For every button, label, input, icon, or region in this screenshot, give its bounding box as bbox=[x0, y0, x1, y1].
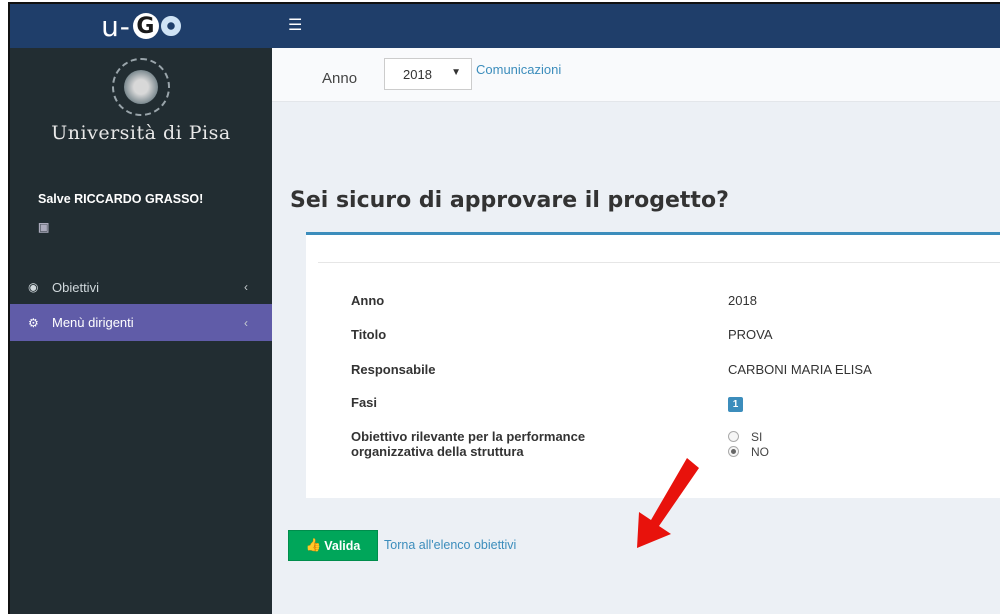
detail-value: PROVA bbox=[728, 327, 773, 342]
sidebar-item-menu-dirigenti[interactable]: ⚙ Menù dirigenti ‹ bbox=[10, 304, 272, 341]
logo-eye-icon bbox=[160, 16, 181, 36]
target-icon: ◉ bbox=[28, 280, 39, 294]
obiettivo-radio-group: SI NO bbox=[728, 429, 769, 459]
radio-option-no[interactable]: NO bbox=[728, 444, 769, 459]
user-status-icon: ▣ bbox=[38, 220, 50, 234]
fasi-count-badge[interactable]: 1 bbox=[728, 395, 743, 412]
annotation-arrow-red bbox=[637, 458, 699, 548]
app-logo[interactable]: u- G bbox=[10, 4, 272, 48]
radio-label: SI bbox=[751, 429, 763, 444]
radio-label: NO bbox=[751, 444, 769, 459]
radio-no[interactable] bbox=[728, 446, 739, 457]
top-navbar: ☰ bbox=[272, 4, 1000, 48]
thumbs-up-icon: 👍 bbox=[305, 538, 322, 552]
page-title: Sei sicuro di approvare il progetto? bbox=[290, 188, 729, 213]
valida-button-label: Valida bbox=[324, 538, 361, 553]
anno-filter-label: Anno bbox=[322, 70, 358, 87]
sidebar: u- G Università di Pisa Salve RICCARDO GR… bbox=[10, 4, 272, 614]
anno-select-value: 2018 bbox=[403, 67, 432, 82]
hamburger-menu-icon[interactable]: ☰ bbox=[288, 18, 302, 34]
logo-text: u- bbox=[101, 9, 131, 43]
detail-label: Responsabile bbox=[351, 362, 436, 377]
detail-value: CARBONI MARIA ELISA bbox=[728, 362, 872, 377]
detail-label: Obiettivo rilevante per la performance o… bbox=[351, 429, 586, 459]
university-name: Università di Pisa bbox=[51, 122, 231, 144]
valida-button[interactable]: 👍 Valida bbox=[288, 530, 378, 561]
comunicazioni-link[interactable]: Comunicazioni bbox=[476, 62, 561, 77]
dashboard-icon: ⚙ bbox=[28, 315, 39, 330]
sidebar-menu: ◉ Obiettivi ‹ ⚙ Menù dirigenti ‹ bbox=[10, 270, 272, 341]
logo-g: G bbox=[132, 13, 159, 39]
filter-bar: Anno 2018 ▼ Comunicazioni bbox=[272, 48, 1000, 102]
sidebar-item-label: Menù dirigenti bbox=[52, 315, 134, 330]
detail-label: Anno bbox=[351, 293, 385, 308]
caret-down-icon: ▼ bbox=[451, 67, 461, 78]
sidebar-item-label: Obiettivi bbox=[52, 279, 99, 295]
university-brand: Università di Pisa bbox=[10, 48, 272, 166]
chevron-left-icon: ‹ bbox=[244, 315, 248, 330]
anno-select[interactable]: 2018 ▼ bbox=[384, 58, 472, 90]
detail-label: Fasi bbox=[351, 395, 378, 410]
greeting-text: Salve RICCARDO GRASSO! bbox=[38, 192, 204, 206]
divider bbox=[318, 262, 1000, 263]
user-greeting: Salve RICCARDO GRASSO! ▣ bbox=[10, 166, 272, 234]
sidebar-item-obiettivi[interactable]: ◉ Obiettivi ‹ bbox=[10, 270, 272, 304]
radio-si[interactable] bbox=[728, 431, 739, 442]
app-window: u- G Università di Pisa Salve RICCARDO GR… bbox=[8, 2, 1000, 614]
detail-label: Titolo bbox=[351, 327, 387, 342]
main-content: Anno 2018 ▼ Comunicazioni Sei sicuro di … bbox=[272, 48, 1000, 614]
detail-value: 2018 bbox=[728, 293, 757, 308]
university-seal-icon bbox=[112, 58, 170, 116]
back-to-list-link[interactable]: Torna all'elenco obiettivi bbox=[384, 538, 516, 552]
radio-option-si[interactable]: SI bbox=[728, 429, 769, 444]
chevron-left-icon: ‹ bbox=[244, 280, 248, 294]
